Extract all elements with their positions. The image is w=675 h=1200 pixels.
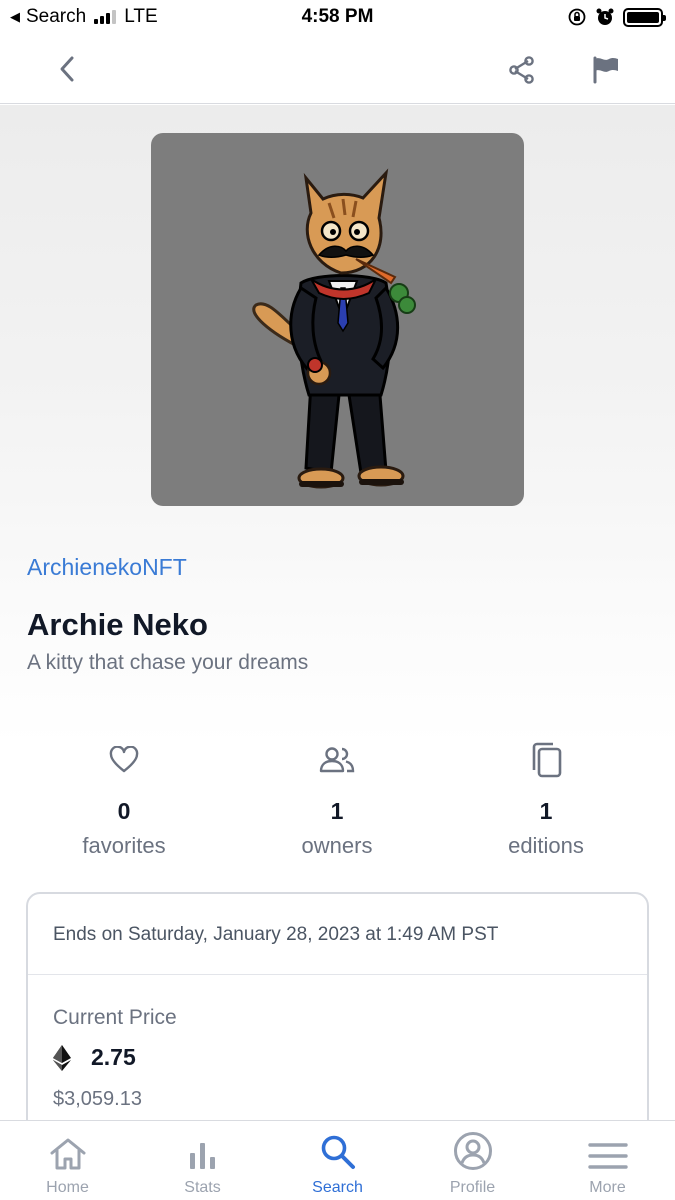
nft-artwork-image[interactable] bbox=[151, 133, 524, 506]
stat-icon-wrap bbox=[24, 740, 224, 780]
tab-stats[interactable]: Stats bbox=[135, 1121, 270, 1200]
owners-icon bbox=[319, 747, 355, 773]
auction-end-time: Ends on Saturday, January 28, 2023 at 1:… bbox=[53, 924, 499, 945]
stat-owners[interactable]: 1 owners bbox=[237, 740, 437, 859]
search-icon bbox=[321, 1135, 355, 1169]
nft-description: A kitty that chase your dreams bbox=[27, 651, 309, 674]
tab-label: Profile bbox=[449, 1179, 496, 1196]
current-price-label: Current Price bbox=[53, 1006, 177, 1029]
stat-favorites[interactable]: 0 favorites bbox=[24, 740, 224, 859]
top-nav-bar bbox=[0, 36, 675, 104]
heart-icon bbox=[109, 746, 139, 773]
status-right bbox=[567, 7, 666, 27]
eth-price-row: 2.75 bbox=[53, 1044, 136, 1071]
bottom-tab-bar: Home Stats Search Profile More bbox=[0, 1120, 675, 1200]
stats-icon bbox=[189, 1143, 215, 1169]
battery-icon bbox=[623, 7, 666, 27]
tab-profile[interactable]: Profile bbox=[405, 1121, 540, 1200]
tab-label: Search bbox=[312, 1179, 363, 1196]
copy-icon bbox=[532, 742, 562, 778]
tab-more[interactable]: More bbox=[540, 1121, 675, 1200]
tab-label: Stats bbox=[184, 1179, 221, 1196]
orientation-lock-icon bbox=[568, 8, 586, 26]
stat-icon-wrap bbox=[237, 740, 437, 780]
stat-label: editions bbox=[508, 833, 584, 858]
back-button[interactable] bbox=[50, 52, 84, 86]
tab-search[interactable]: Search bbox=[270, 1121, 405, 1200]
nft-title: Archie Neko bbox=[27, 607, 208, 642]
tab-home[interactable]: Home bbox=[0, 1121, 135, 1200]
alarm-icon bbox=[596, 8, 614, 25]
nft-detail-content: ArchienekoNFT Archie Neko A kitty that c… bbox=[0, 105, 675, 1152]
usd-price-value: $3,059.13 bbox=[53, 1088, 142, 1110]
ethereum-icon bbox=[53, 1044, 71, 1071]
flag-icon bbox=[593, 56, 618, 84]
auction-card: Ends on Saturday, January 28, 2023 at 1:… bbox=[26, 892, 649, 1152]
home-icon bbox=[50, 1138, 85, 1170]
stat-value: 0 bbox=[117, 798, 131, 824]
stat-label: owners bbox=[301, 833, 373, 858]
share-icon bbox=[509, 56, 534, 84]
cat-artwork bbox=[252, 168, 416, 489]
card-divider bbox=[28, 974, 647, 975]
stat-editions[interactable]: 1 editions bbox=[446, 740, 646, 859]
stat-value: 1 bbox=[330, 798, 344, 824]
share-button[interactable] bbox=[504, 52, 540, 88]
stat-value: 1 bbox=[539, 798, 553, 824]
tab-label: Home bbox=[46, 1179, 89, 1196]
stat-icon-wrap bbox=[446, 740, 646, 780]
menu-icon bbox=[587, 1143, 628, 1169]
chevron-left-icon bbox=[60, 56, 74, 82]
report-button[interactable] bbox=[588, 52, 624, 88]
stat-label: favorites bbox=[82, 833, 166, 858]
creator-link[interactable]: ArchienekoNFT bbox=[27, 554, 187, 581]
status-bar: ◀ Search LTE 4:58 PM bbox=[0, 0, 675, 36]
eth-price-value: 2.75 bbox=[91, 1044, 136, 1070]
tab-label: More bbox=[589, 1179, 626, 1196]
profile-icon bbox=[453, 1132, 492, 1170]
